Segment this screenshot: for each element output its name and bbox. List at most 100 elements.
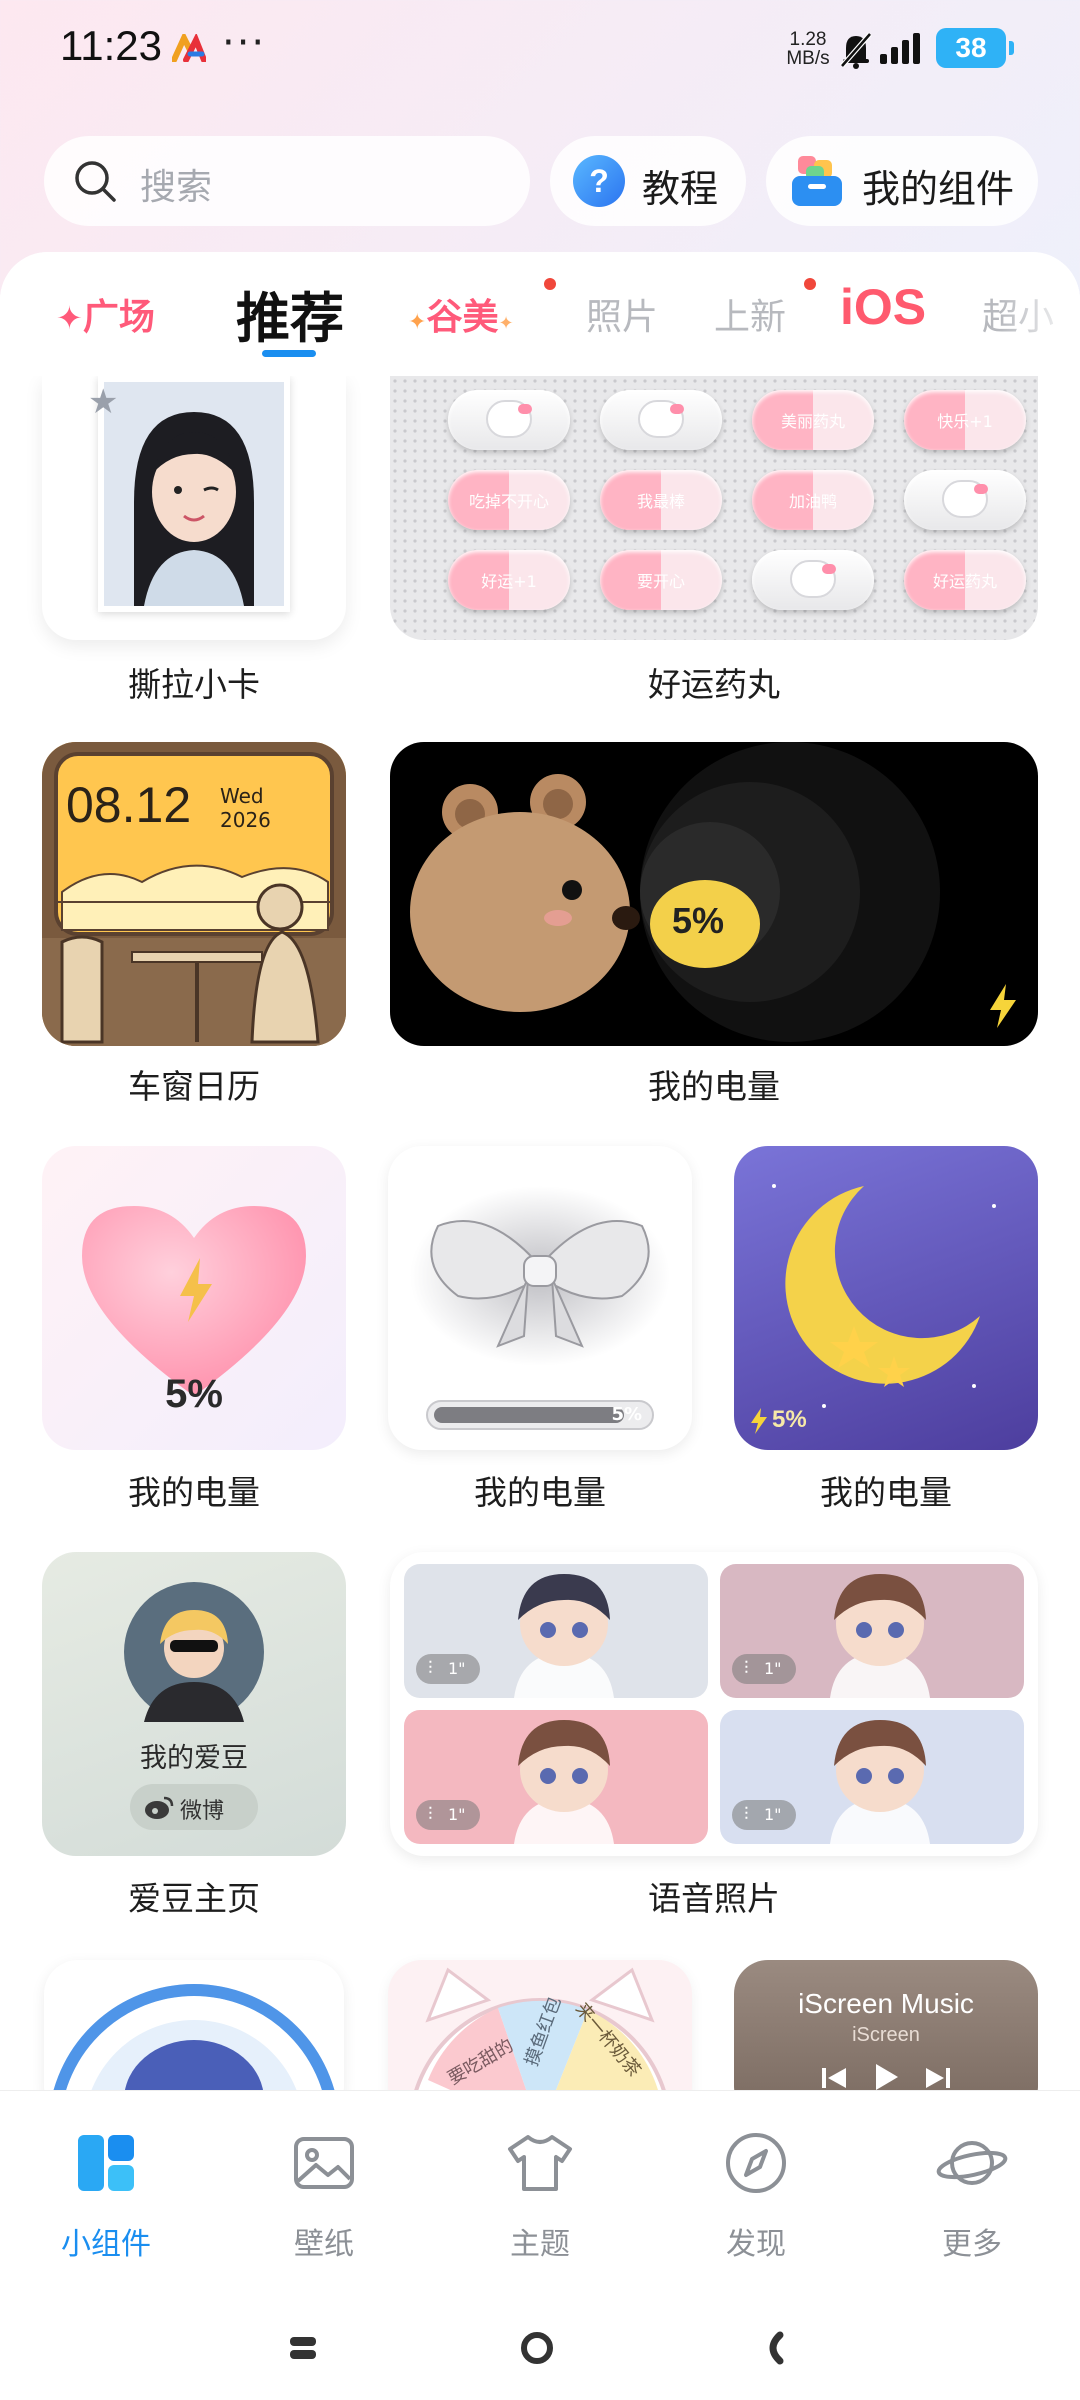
pill-label: 快乐+1 [937,412,993,431]
tab-photo[interactable]: 照片 [586,288,658,340]
voice-duration-badge[interactable]: ⫶ 1" [416,1654,480,1684]
previous-track-icon[interactable] [820,2066,848,2090]
voice-photo-card[interactable]: ⫶ 1" [720,1564,1024,1698]
music-player-widget[interactable]: iScreen Music iScreen [734,1960,1038,2090]
golden-moon-image [772,1184,996,1408]
recent-apps-icon[interactable] [286,2331,320,2365]
nav-wallpaper[interactable]: 壁纸 [254,2127,394,2277]
idol-avatar [124,1582,264,1722]
widget-caption: 爱豆主页 [128,1879,260,1918]
kitty-bow-icon [670,404,684,414]
tutorial-button[interactable]: ? 教程 [550,136,746,226]
audio-wave-icon: ⫶ [428,1804,433,1825]
voice-duration: 1" [448,1805,466,1824]
nav-discover[interactable]: 发现 [686,2127,826,2277]
content-sheet: ✦广场 推荐 ✦谷美✦ 照片 上新 iOS 超小 ★ 撕拉小卡 [0,252,1080,2090]
lucky-pills-widget[interactable]: 美丽药丸 快乐+1 吃掉不开心 我最棒 加油鸭 好运+1 要开心 好运药丸 [390,376,1038,640]
pill-button: 好运药丸 [904,550,1026,610]
pill-button: 好运+1 [448,550,570,610]
heart-battery-percent: 5% [165,1372,223,1416]
window-calendar-widget[interactable]: 08.12 Wed 2026 [42,742,346,1046]
pill-button: 我最棒 [600,470,722,530]
bow-battery-percent: 5% [611,1404,642,1425]
widget-caption: 我的电量 [648,1067,780,1106]
my-widgets-label: 我的组件 [862,167,1015,211]
voice-photo-widget[interactable]: ⫶ 1" ⫶ 1" ⫶ 1" ⫶ 1" [390,1552,1038,1856]
nav-label: 壁纸 [294,2227,354,2262]
bear-battery-percent: 5% [672,900,725,941]
my-widgets-button[interactable]: 我的组件 [766,136,1038,226]
theme-shirt-icon [508,2135,572,2191]
bear-battery-widget[interactable]: 5% [390,742,1038,1046]
tab-plaza[interactable]: ✦广场 [56,288,155,340]
pill-button [448,390,570,450]
tab-recommend[interactable]: 推荐 [236,274,344,353]
widget-caption: 语音照片 [648,1879,780,1918]
pill-button: 美丽药丸 [752,390,874,450]
lucky-wheel-widget[interactable]: 要吃甜的 摸鱼红包 来一杯奶茶 [388,1960,692,2090]
nav-label: 发现 [726,2227,786,2262]
search-icon [75,161,116,202]
tab-gumei[interactable]: ✦谷美✦ [408,288,514,340]
mute-bell-icon [840,32,872,69]
compass-icon [726,2133,786,2193]
pill-label: 加油鸭 [788,492,837,511]
idol-title: 我的爱豆 [140,1743,248,1774]
girl-portrait-image [104,382,284,606]
signal-icon [880,33,920,64]
next-track-icon[interactable] [924,2066,952,2090]
bow-battery-fill [434,1407,624,1423]
pill-button: 加油鸭 [752,470,874,530]
category-tabs: ✦广场 推荐 ✦谷美✦ 照片 上新 iOS 超小 [0,252,1080,376]
back-icon[interactable] [756,2331,790,2365]
bottom-navigation: 小组件 壁纸 主题 发现 更多 [0,2090,1080,2400]
nav-widgets[interactable]: 小组件 [36,2127,176,2277]
nav-more[interactable]: 更多 [902,2127,1042,2277]
weibo-icon [145,1796,174,1819]
calendar-date: 08.12 [66,777,192,833]
lightning-icon [990,984,1016,1028]
voice-duration: 1" [448,1659,466,1678]
play-icon[interactable] [872,2062,900,2090]
nav-label: 主题 [510,2227,570,2262]
voice-photo-card[interactable]: ⫶ 1" [404,1710,708,1844]
audio-wave-icon: ⫶ [744,1658,749,1679]
bear-bubble-image [410,742,940,1042]
widgets-icon [78,2135,134,2191]
kitty-bow-icon [974,484,988,494]
nav-theme[interactable]: 主题 [470,2127,610,2277]
tab-gumei-badge [544,278,556,290]
pill-label: 好运药丸 [932,572,997,591]
kitty-face-icon [486,400,532,438]
battery-tip [1009,41,1014,55]
voice-duration-badge[interactable]: ⫶ 1" [732,1654,796,1684]
voice-photo-card[interactable]: ⫶ 1" [404,1564,708,1698]
moon-battery-percent: 5% [772,1406,807,1433]
voice-duration-badge[interactable]: ⫶ 1" [416,1800,480,1830]
wallpaper-icon [294,2137,354,2189]
voice-photo-card[interactable]: ⫶ 1" [720,1710,1024,1844]
voice-duration: 1" [764,1805,782,1824]
home-icon[interactable] [520,2331,554,2365]
blue-ring-widget[interactable] [44,1960,344,2090]
heart-battery-widget[interactable]: 5% [42,1146,346,1450]
calendar-year: 2026 [220,808,271,832]
pill-label: 美丽药丸 [780,412,845,431]
moon-battery-widget[interactable]: 5% [734,1146,1038,1450]
voice-duration-badge[interactable]: ⫶ 1" [732,1800,796,1830]
weibo-button[interactable]: 微博 [130,1784,258,1830]
blue-ring-avatar-image [53,1984,335,2090]
bow-battery-widget[interactable]: 5% [388,1146,692,1450]
pill-label: 吃掉不开心 [468,492,549,511]
pill-button [752,550,874,610]
tab-new[interactable]: 上新 [714,288,786,340]
tear-card-widget[interactable]: ★ [42,376,346,640]
tab-ios[interactable]: iOS [840,278,926,336]
sparkle-icon: ✦ [56,299,83,337]
search-input[interactable]: 搜索 [44,136,530,226]
pill-label: 好运+1 [481,572,537,591]
nav-label: 小组件 [61,2227,151,2262]
battery-level: 38 [936,28,1006,68]
kitty-bow-icon [822,564,836,574]
idol-home-widget[interactable]: 我的爱豆 微博 [42,1552,346,1856]
